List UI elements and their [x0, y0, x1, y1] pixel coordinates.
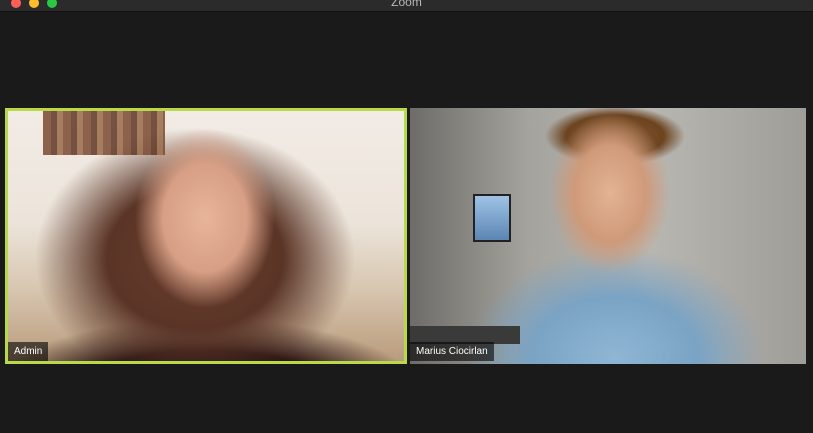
background-monitor: [473, 194, 511, 242]
participant-name-label: Marius Ciocirlan: [410, 342, 494, 361]
window-titlebar: Zoom: [0, 0, 813, 12]
background-bookshelf: [43, 111, 165, 155]
participant-video-tile-admin[interactable]: Admin: [5, 108, 407, 364]
participant-name-label: Admin: [8, 342, 49, 361]
participant-video-tile-marius[interactable]: Marius Ciocirlan: [410, 108, 806, 364]
participant-video-admin: [5, 108, 407, 364]
participant-video-marius: [410, 108, 806, 364]
window-title: Zoom: [391, 0, 422, 9]
